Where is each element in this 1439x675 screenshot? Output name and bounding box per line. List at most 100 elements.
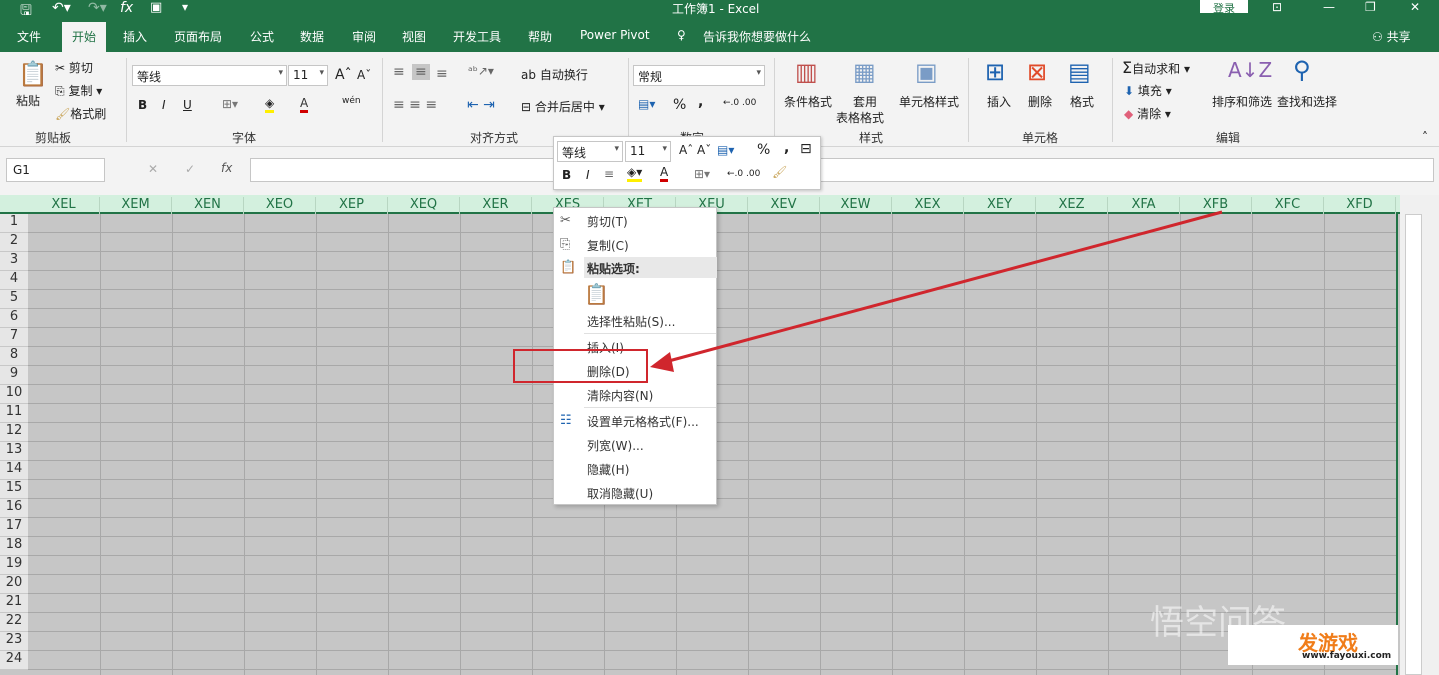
column-header-xeq[interactable]: XEQ <box>388 197 460 214</box>
scrollbar-thumb[interactable] <box>1405 214 1422 675</box>
tell-me-search[interactable]: 告诉我你想要做什么 <box>703 28 811 45</box>
enter-icon[interactable]: ✓ <box>185 162 195 176</box>
align-left-icon[interactable]: ≡ ≡ ≡ <box>393 97 437 113</box>
menu-item-column-width[interactable]: 列宽(W)... <box>587 437 644 454</box>
row-header-24[interactable]: 24 <box>0 651 28 670</box>
format-painter-button[interactable]: 🖌格式刷 <box>55 105 106 122</box>
row-header-21[interactable]: 21 <box>0 594 28 613</box>
minimize-button[interactable]: — <box>1323 0 1335 14</box>
column-header-xey[interactable]: XEY <box>964 197 1036 214</box>
row-header-2[interactable]: 2 <box>0 233 28 252</box>
border-icon[interactable]: ⊞▾ <box>222 97 238 111</box>
format-cells-button[interactable]: 格式 <box>1070 93 1094 110</box>
row-header-23[interactable]: 23 <box>0 632 28 651</box>
number-format-combo[interactable]: 常规 <box>633 65 765 86</box>
italic-button[interactable]: I <box>162 98 166 112</box>
column-header-xem[interactable]: XEM <box>100 197 172 214</box>
tab-page-layout[interactable]: 页面布局 <box>174 28 222 45</box>
row-header-11[interactable]: 11 <box>0 404 28 423</box>
decimal-icons[interactable]: ←.0 .00 <box>723 98 756 108</box>
fill-button[interactable]: ⬇ 填充 ▾ <box>1124 82 1172 99</box>
bold-button[interactable]: B <box>138 98 147 112</box>
find-select-button[interactable]: 查找和选择 <box>1277 93 1337 110</box>
column-header-xev[interactable]: XEV <box>748 197 820 214</box>
conditional-format-button[interactable]: 条件格式 <box>784 93 832 110</box>
column-header-xeo[interactable]: XEO <box>244 197 316 214</box>
cell-styles-button[interactable]: 单元格样式 <box>899 93 959 110</box>
customize-qat-icon[interactable]: ▾ <box>182 0 188 14</box>
row-header-5[interactable]: 5 <box>0 290 28 309</box>
column-header-xfd[interactable]: XFD <box>1324 197 1396 214</box>
clear-button[interactable]: ◆ 清除 ▾ <box>1124 105 1171 122</box>
row-header-19[interactable]: 19 <box>0 556 28 575</box>
mini-comma-button[interactable]: , <box>784 140 789 156</box>
orientation-icon[interactable]: ᵃᵇ↗▾ <box>468 64 494 78</box>
format-table-button[interactable]: 套用 <box>853 93 877 110</box>
column-header-xew[interactable]: XEW <box>820 197 892 214</box>
row-header-10[interactable]: 10 <box>0 385 28 404</box>
tab-data[interactable]: 数据 <box>300 28 324 45</box>
mini-format-icon[interactable]: ⊟ <box>800 141 812 157</box>
row-header-12[interactable]: 12 <box>0 423 28 442</box>
menu-item-format-cells[interactable]: 设置单元格格式(F)... <box>587 413 699 430</box>
redo-icon[interactable]: ↷▾ <box>88 0 107 16</box>
tab-developer[interactable]: 开发工具 <box>453 28 501 45</box>
ribbon-display-icon[interactable]: ⊡ <box>1272 0 1282 14</box>
comma-button[interactable]: , <box>698 94 703 110</box>
merge-center-button[interactable]: ⊟ 合并后居中 ▾ <box>521 98 605 115</box>
align-bottom-icon[interactable]: ≡ <box>436 66 448 82</box>
paste-button[interactable]: 粘贴 <box>16 92 40 109</box>
menu-item-copy[interactable]: 复制(C) <box>587 237 629 254</box>
row-header-3[interactable]: 3 <box>0 252 28 271</box>
row-header-13[interactable]: 13 <box>0 442 28 461</box>
accounting-icon[interactable]: ▤▾ <box>638 97 655 111</box>
font-name-combo[interactable]: 等线 <box>132 65 287 86</box>
row-header-4[interactable]: 4 <box>0 271 28 290</box>
align-top-icon[interactable]: ≡ <box>393 64 405 80</box>
grow-font-icon[interactable]: Aˆ <box>335 67 352 83</box>
mini-decimal-icons[interactable]: ←.0 .00 <box>727 169 760 179</box>
row-header-1[interactable]: 1 <box>0 214 28 233</box>
row-header-7[interactable]: 7 <box>0 328 28 347</box>
column-header-xer[interactable]: XER <box>460 197 532 214</box>
row-header-20[interactable]: 20 <box>0 575 28 594</box>
paste-option-icon[interactable]: 📋 <box>584 282 609 306</box>
font-size-combo[interactable]: 11 <box>288 65 328 86</box>
tab-formulas[interactable]: 公式 <box>250 28 274 45</box>
mini-fill-color-icon[interactable]: ◈▾ <box>627 165 643 182</box>
phonetic-icon[interactable]: wén <box>342 96 361 106</box>
row-header-16[interactable]: 16 <box>0 499 28 518</box>
delete-cells-button[interactable]: 删除 <box>1028 93 1052 110</box>
wrap-text-button[interactable]: ab 自动换行 <box>521 66 588 83</box>
cut-button[interactable]: ✂ 剪切 <box>55 59 93 76</box>
row-header-18[interactable]: 18 <box>0 537 28 556</box>
mini-center-icon[interactable]: ≡ <box>604 167 614 181</box>
formula-input[interactable] <box>250 158 1434 182</box>
collapse-ribbon-icon[interactable]: ˄ <box>1422 130 1428 144</box>
column-header-xez[interactable]: XEZ <box>1036 197 1108 214</box>
percent-button[interactable]: % <box>673 97 686 113</box>
underline-button[interactable]: U <box>183 98 192 112</box>
undo-icon[interactable]: ↶▾ <box>52 0 71 16</box>
column-header-xfb[interactable]: XFB <box>1180 197 1252 214</box>
row-header-22[interactable]: 22 <box>0 613 28 632</box>
share-button[interactable]: ⚇ 共享 <box>1372 28 1411 45</box>
shrink-font-icon[interactable]: Aˇ <box>357 68 371 82</box>
menu-item-paste-special[interactable]: 选择性粘贴(S)... <box>587 313 675 330</box>
mini-grow-font-icon[interactable]: Aˆ Aˇ <box>679 143 711 157</box>
row-header-6[interactable]: 6 <box>0 309 28 328</box>
indent-icon[interactable]: ⇤ ⇥ <box>467 97 495 113</box>
sort-filter-button[interactable]: 排序和筛选 <box>1212 93 1272 110</box>
insert-function-button[interactable]: fx <box>221 161 232 175</box>
name-box[interactable]: G1 <box>6 158 105 182</box>
font-color-icon[interactable]: A <box>300 96 309 113</box>
menu-item-cut[interactable]: 剪切(T) <box>587 213 628 230</box>
row-header-17[interactable]: 17 <box>0 518 28 537</box>
row-header-14[interactable]: 14 <box>0 461 28 480</box>
mini-border-icon[interactable]: ⊞▾ <box>694 167 710 181</box>
tab-help[interactable]: 帮助 <box>528 28 552 45</box>
column-header-xfa[interactable]: XFA <box>1108 197 1180 214</box>
mini-bold-button[interactable]: B <box>562 168 571 182</box>
mini-italic-button[interactable]: I <box>586 168 590 182</box>
row-header-9[interactable]: 9 <box>0 366 28 385</box>
